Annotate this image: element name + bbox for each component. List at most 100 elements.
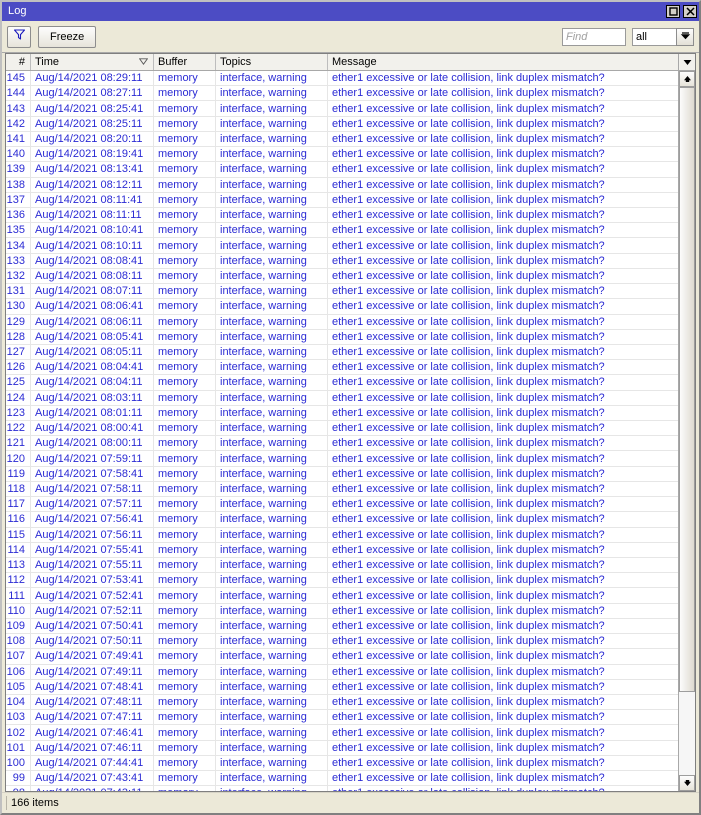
cell-message: ether1 excessive or late collision, link… <box>332 117 605 130</box>
cell-num: 127 <box>6 344 31 360</box>
table-row[interactable]: 110 Aug/14/2021 07:52:11 memory interface, … <box>6 603 678 619</box>
cell-num: 119 <box>6 466 31 481</box>
table-row[interactable]: 125 Aug/14/2021 08:04:11 memory interface, … <box>6 375 678 391</box>
table-row[interactable]: 144 Aug/14/2021 08:27:11 memory interface, … <box>6 86 678 102</box>
table-row[interactable]: 111 Aug/14/2021 07:52:41 memory interface, … <box>6 588 678 604</box>
table-row[interactable]: 119 Aug/14/2021 07:58:41 memory interface, … <box>6 466 678 482</box>
maximize-button[interactable] <box>666 5 680 18</box>
table-row[interactable]: 106 Aug/14/2021 07:49:11 memory interface, … <box>6 664 678 680</box>
column-header-time[interactable]: Time <box>31 54 154 70</box>
table-row[interactable]: 105 Aug/14/2021 07:48:41 memory interface, … <box>6 679 678 695</box>
freeze-button[interactable]: Freeze <box>38 25 97 48</box>
column-header-topics[interactable]: Topics <box>216 54 328 70</box>
column-header-message[interactable]: Message <box>328 54 678 70</box>
cell-topics: interface, warning <box>216 740 328 755</box>
vertical-scrollbar[interactable] <box>679 71 695 791</box>
filter-button[interactable] <box>7 25 31 48</box>
table-row[interactable]: 129 Aug/14/2021 08:06:11 memory interface, … <box>6 314 678 330</box>
cell-topics: interface, warning <box>216 192 328 207</box>
cell-num: 100 <box>6 755 31 771</box>
cell-topics: interface, warning <box>216 177 328 192</box>
table-row[interactable]: 139 Aug/14/2021 08:13:41 memory interface, … <box>6 162 678 178</box>
table-row[interactable]: 121 Aug/14/2021 08:00:11 memory interface, … <box>6 436 678 452</box>
scroll-up-button[interactable] <box>679 71 695 87</box>
table-row[interactable]: 115 Aug/14/2021 07:56:11 memory interface, … <box>6 527 678 543</box>
table-row[interactable]: 143 Aug/14/2021 08:25:41 memory interface, … <box>6 101 678 117</box>
cell-time: Aug/14/2021 08:10:11 <box>31 238 154 253</box>
cell-buffer: memory <box>154 207 216 223</box>
status-bar: 166 items <box>2 792 699 813</box>
table-row[interactable]: 108 Aug/14/2021 07:50:11 memory interface, … <box>6 634 678 650</box>
cell-message: ether1 excessive or late collision, link… <box>332 665 605 678</box>
table-row[interactable]: 116 Aug/14/2021 07:56:41 memory interface, … <box>6 512 678 528</box>
cell-time: Aug/14/2021 07:53:41 <box>31 573 154 588</box>
table-row[interactable]: 123 Aug/14/2021 08:01:11 memory interface, … <box>6 405 678 422</box>
table-row[interactable]: 120 Aug/14/2021 07:59:11 memory interface, … <box>6 451 678 467</box>
cell-num: 114 <box>6 542 31 557</box>
scope-dropdown-button[interactable] <box>676 27 694 46</box>
table-row[interactable]: 131 Aug/14/2021 08:07:11 memory interface, … <box>6 284 678 300</box>
cell-time: Aug/14/2021 08:10:41 <box>31 223 154 238</box>
cell-message: ether1 excessive or late collision, link… <box>332 315 605 328</box>
log-grid: # Time Buffer Topics Message 145 Aug/14/2… <box>6 54 678 791</box>
table-row[interactable]: 122 Aug/14/2021 08:00:41 memory interface, … <box>6 421 678 437</box>
cell-message: ether1 excessive or late collision, link… <box>332 178 605 191</box>
table-row[interactable]: 127 Aug/14/2021 08:05:11 memory interface, … <box>6 344 678 361</box>
cell-message: ether1 excessive or late collision, link… <box>332 330 605 343</box>
column-menu-button[interactable] <box>679 54 695 71</box>
cell-buffer: memory <box>154 344 216 360</box>
table-row[interactable]: 138 Aug/14/2021 08:12:11 memory interface, … <box>6 177 678 193</box>
table-row[interactable]: 107 Aug/14/2021 07:49:41 memory interface, … <box>6 649 678 665</box>
table-row[interactable]: 103 Aug/14/2021 07:47:11 memory interface, … <box>6 710 678 726</box>
table-row[interactable]: 133 Aug/14/2021 08:08:41 memory interface, … <box>6 253 678 269</box>
scope-select[interactable]: all <box>632 27 676 46</box>
table-row[interactable]: 137 Aug/14/2021 08:11:41 memory interface, … <box>6 192 678 208</box>
table-row[interactable]: 132 Aug/14/2021 08:08:11 memory interface, … <box>6 268 678 285</box>
table-row[interactable]: 141 Aug/14/2021 08:20:11 memory interface, … <box>6 131 678 148</box>
table-row[interactable]: 134 Aug/14/2021 08:10:11 memory interface, … <box>6 238 678 254</box>
table-row[interactable]: 98Aug/14/2021 07:43:11memoryinterface, w… <box>6 786 678 791</box>
scrollbar-track[interactable] <box>679 87 695 775</box>
table-row[interactable]: 109 Aug/14/2021 07:50:41 memory interface, … <box>6 618 678 635</box>
column-header-number[interactable]: # <box>6 54 31 70</box>
cell-num: 108 <box>6 634 31 649</box>
cell-buffer: memory <box>154 542 216 557</box>
cell-message: ether1 excessive or late collision, link… <box>332 285 605 298</box>
cell-topics: interface, warning <box>216 466 328 481</box>
cell-topics: interface, warning <box>216 603 328 618</box>
table-row[interactable]: 113 Aug/14/2021 07:55:11 memory interface, … <box>6 558 678 574</box>
table-row[interactable]: 135 Aug/14/2021 08:10:41 memory interface, … <box>6 223 678 239</box>
table-row[interactable]: 126 Aug/14/2021 08:04:41 memory interface, … <box>6 360 678 376</box>
cell-buffer: memory <box>154 360 216 375</box>
table-row[interactable]: 140 Aug/14/2021 08:19:41 memory interface, … <box>6 147 678 163</box>
close-button[interactable] <box>683 5 697 18</box>
column-header-buffer[interactable]: Buffer <box>154 54 216 70</box>
cell-message: ether1 excessive or late collision, link… <box>332 437 605 450</box>
table-row[interactable]: 104 Aug/14/2021 07:48:11 memory interface, … <box>6 694 678 711</box>
table-row[interactable]: 100 Aug/14/2021 07:44:41 memory interface, … <box>6 755 678 772</box>
cell-topics: interface, warning <box>216 634 328 649</box>
find-input[interactable] <box>562 27 626 46</box>
table-row[interactable]: 142 Aug/14/2021 08:25:11 memory interface, … <box>6 116 678 132</box>
table-row[interactable]: 99 Aug/14/2021 07:43:41 memory interface, w… <box>6 771 678 787</box>
table-row[interactable]: 102 Aug/14/2021 07:46:41 memory interface, … <box>6 725 678 741</box>
table-row[interactable]: 114 Aug/14/2021 07:55:41 memory interface, … <box>6 542 678 558</box>
table-row[interactable]: 136 Aug/14/2021 08:11:11 memory interface, … <box>6 207 678 224</box>
scrollbar-thumb[interactable] <box>679 87 695 693</box>
cell-message: ether1 excessive or late collision, link… <box>332 528 605 541</box>
table-row[interactable]: 118 Aug/14/2021 07:58:11 memory interface, … <box>6 481 678 498</box>
cell-topics: interface, warning <box>216 405 328 421</box>
table-row[interactable]: 130 Aug/14/2021 08:06:41 memory interface, … <box>6 299 678 315</box>
cell-message: ether1 excessive or late collision, link… <box>332 254 605 267</box>
cell-num: 131 <box>6 284 31 299</box>
table-row[interactable]: 117 Aug/14/2021 07:57:11 memory interface, … <box>6 497 678 513</box>
table-row[interactable]: 128 Aug/14/2021 08:05:41 memory interface, … <box>6 329 678 345</box>
table-row[interactable]: 124 Aug/14/2021 08:03:11 memory interface, … <box>6 390 678 406</box>
table-row[interactable]: 101 Aug/14/2021 07:46:11 memory interface, … <box>6 740 678 756</box>
cell-message: ether1 excessive or late collision, link… <box>332 193 605 206</box>
cell-buffer: memory <box>154 634 216 649</box>
cell-time: Aug/14/2021 07:56:41 <box>31 512 154 527</box>
scroll-down-button[interactable] <box>679 775 695 791</box>
table-row[interactable]: 145 Aug/14/2021 08:29:11 memory interface, … <box>6 71 678 87</box>
table-row[interactable]: 112 Aug/14/2021 07:53:41 memory interface, … <box>6 573 678 589</box>
